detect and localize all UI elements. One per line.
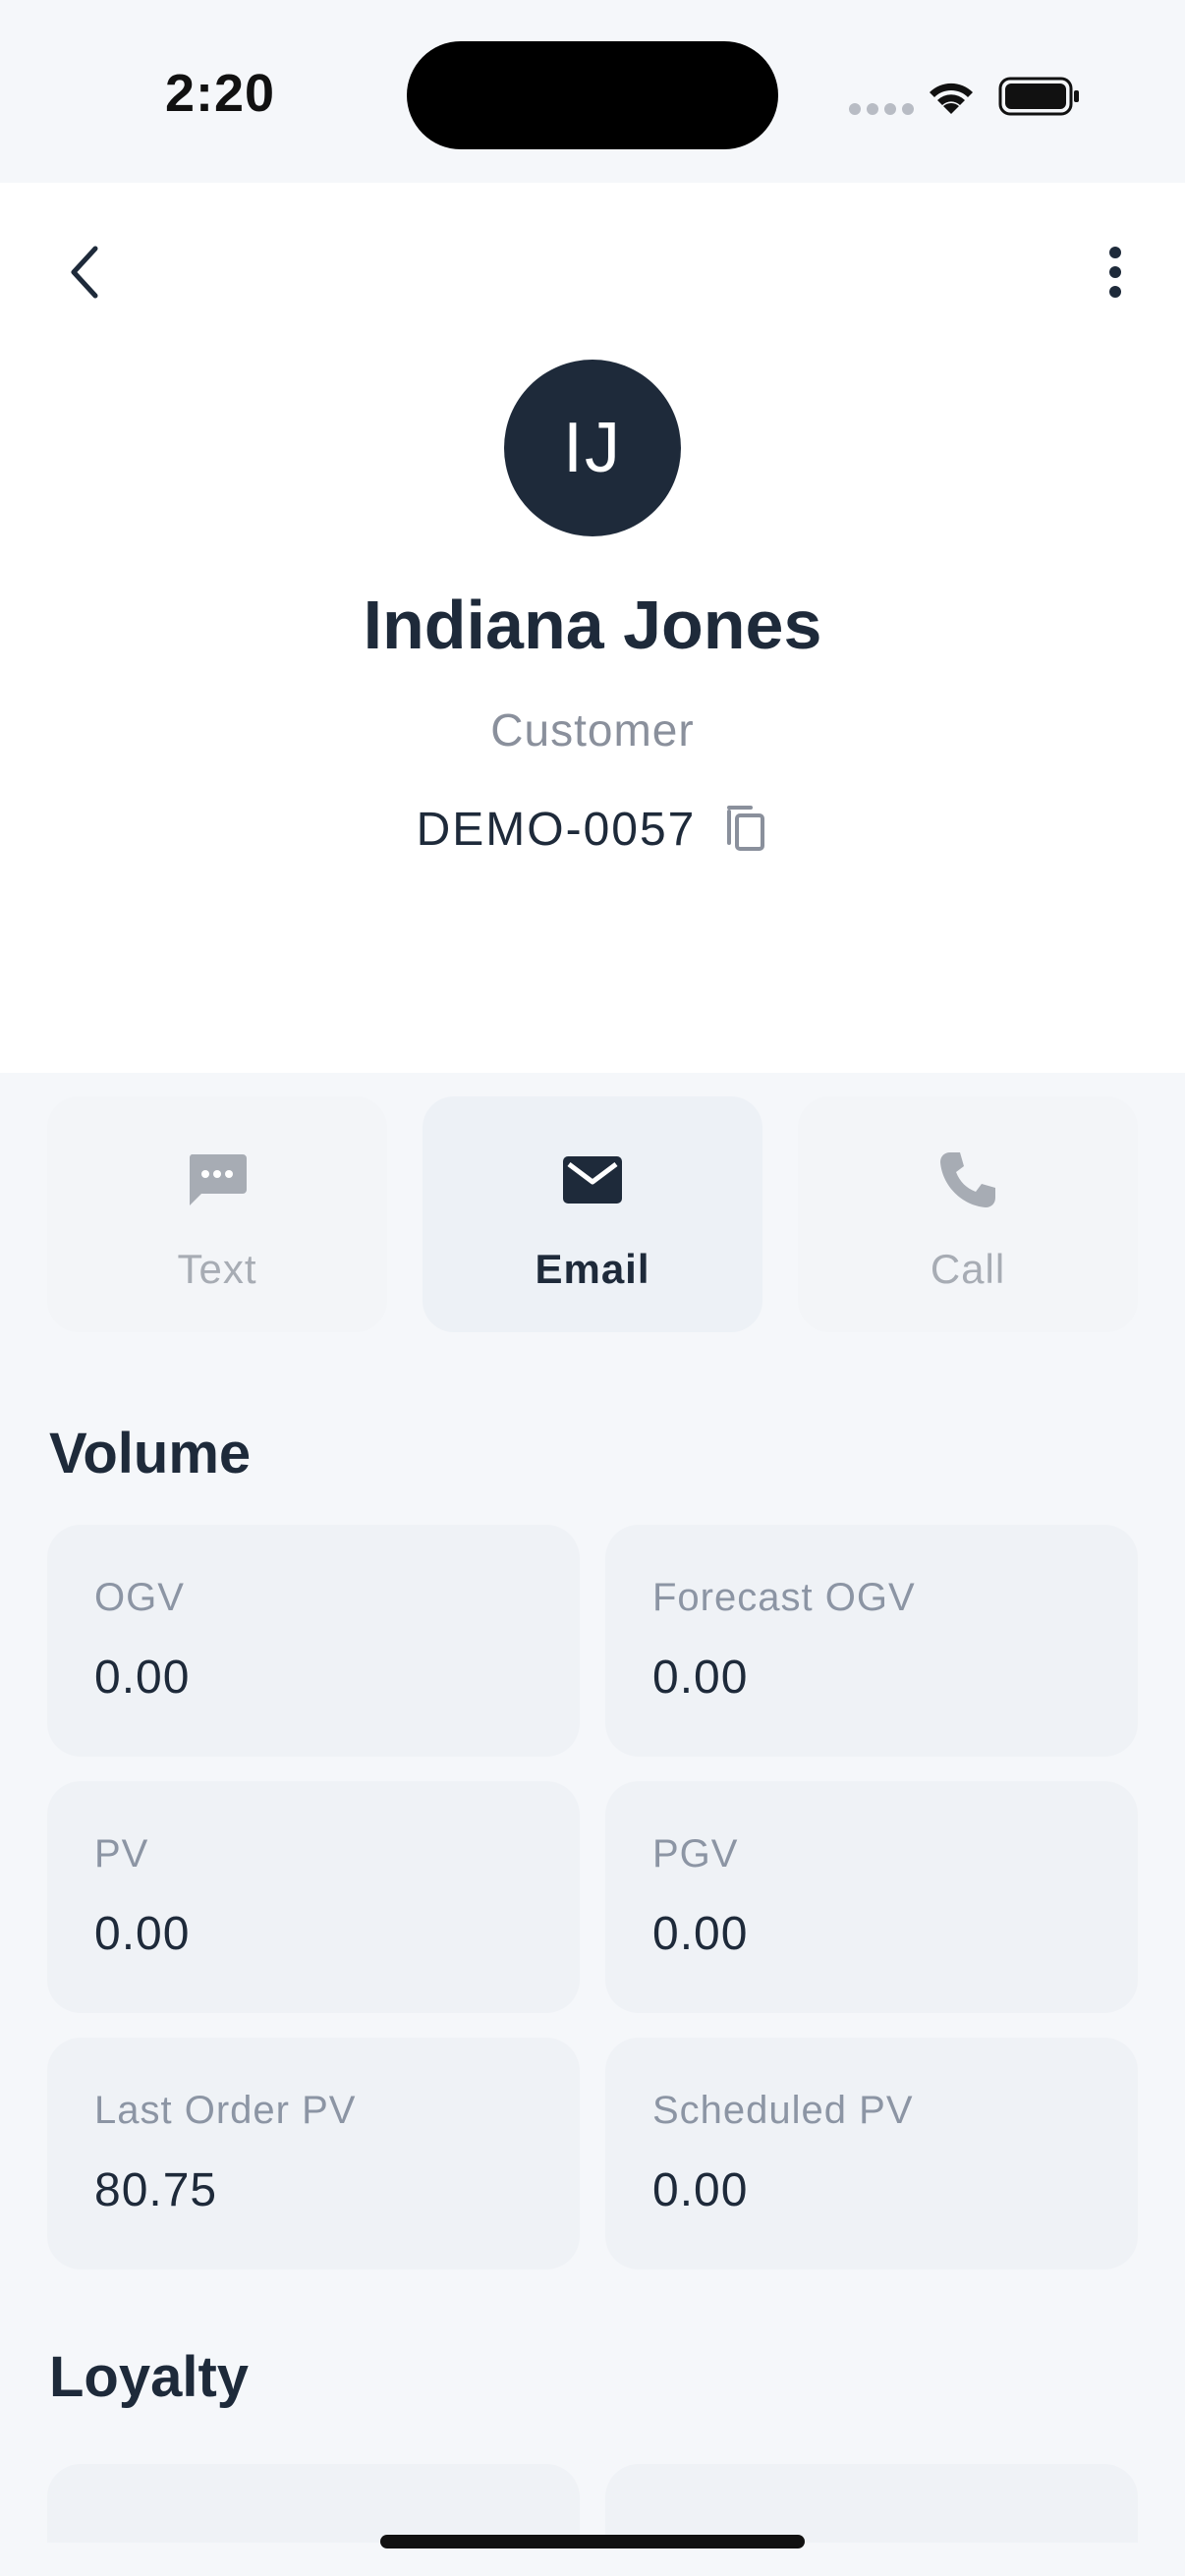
call-action-label: Call <box>930 1246 1006 1292</box>
home-indicator <box>380 2535 805 2548</box>
email-action-label: Email <box>535 1246 650 1292</box>
stat-label: OGV <box>94 1576 185 1619</box>
loyalty-card <box>47 2464 580 2543</box>
stat-card-last-order-pv: Last Order PV 80.75 <box>47 2038 580 2269</box>
contact-actions: Text Email Call <box>47 1096 1138 1332</box>
stat-value: 0.00 <box>94 1652 191 1704</box>
stat-value: 0.00 <box>652 1652 749 1704</box>
wifi-icon <box>924 75 979 123</box>
stat-label: Last Order PV <box>94 2089 357 2132</box>
email-action-button[interactable]: Email <box>423 1096 762 1332</box>
stat-card-forecast-ogv: Forecast OGV 0.00 <box>605 1525 1138 1757</box>
text-action-button[interactable]: Text <box>47 1096 387 1332</box>
stat-card-pgv: PGV 0.00 <box>605 1781 1138 2013</box>
stat-value: 80.75 <box>94 2164 218 2216</box>
call-action-button[interactable]: Call <box>798 1096 1138 1332</box>
stat-label: Scheduled PV <box>652 2089 914 2132</box>
more-vertical-icon <box>1109 247 1121 298</box>
stat-value: 0.00 <box>652 2164 749 2216</box>
copy-icon <box>727 806 765 851</box>
text-action-label: Text <box>177 1246 257 1292</box>
battery-icon <box>998 75 1081 123</box>
dynamic-island <box>407 41 778 149</box>
more-options-button[interactable] <box>1081 238 1150 307</box>
mail-icon <box>561 1146 624 1214</box>
customer-role: Customer <box>490 704 695 756</box>
message-icon <box>186 1146 249 1214</box>
stat-label: Forecast OGV <box>652 1576 916 1619</box>
loyalty-section-title: Loyalty <box>49 2345 250 2409</box>
volume-section-title: Volume <box>49 1422 252 1485</box>
cellular-signal-icon <box>849 103 914 115</box>
stat-label: PV <box>94 1832 149 1876</box>
stat-label: PGV <box>652 1832 739 1876</box>
avatar: IJ <box>504 360 681 536</box>
status-time: 2:20 <box>165 64 276 123</box>
back-button[interactable] <box>49 238 118 307</box>
customer-id: DEMO-0057 <box>416 804 697 856</box>
status-bar: 2:20 <box>0 0 1185 183</box>
stat-value: 0.00 <box>94 1908 191 1960</box>
customer-name: Indiana Jones <box>363 587 822 663</box>
stat-card-pv: PV 0.00 <box>47 1781 580 2013</box>
customer-id-row: DEMO-0057 <box>0 800 1185 860</box>
stat-card-scheduled-pv: Scheduled PV 0.00 <box>605 2038 1138 2269</box>
chevron-left-icon <box>71 246 98 299</box>
copy-button[interactable] <box>721 800 768 860</box>
profile-header: IJ Indiana Jones Customer DEMO-0057 <box>0 183 1185 1073</box>
stat-value: 0.00 <box>652 1908 749 1960</box>
loyalty-card <box>605 2464 1138 2543</box>
stat-card-ogv: OGV 0.00 <box>47 1525 580 1757</box>
phone-icon <box>936 1146 999 1214</box>
